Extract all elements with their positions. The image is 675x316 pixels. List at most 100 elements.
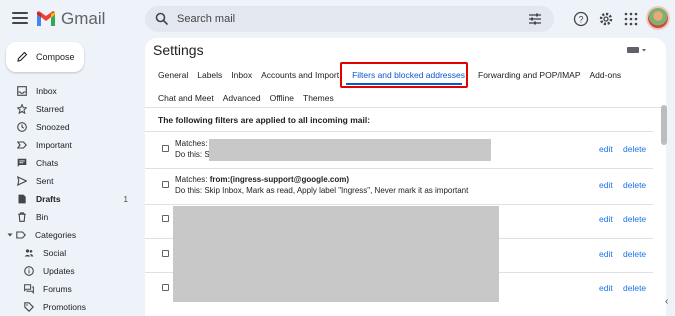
edit-filter-link[interactable]: edit xyxy=(599,144,613,154)
sidebar-item-label: Bin xyxy=(36,212,49,222)
delete-filter-link[interactable]: delete xyxy=(623,144,646,154)
settings-gear-icon[interactable] xyxy=(598,11,614,27)
sidebar-item-label: Forums xyxy=(43,284,72,294)
compose-label: Compose xyxy=(36,52,75,62)
chevron-left-icon[interactable]: ‹ xyxy=(665,296,668,307)
matches-label: Matches: xyxy=(175,139,208,148)
tab-themes[interactable]: Themes xyxy=(303,93,334,103)
sidebar-nav: Inbox Starred Snoozed Important Chats Se… xyxy=(0,82,140,316)
scrollbar-thumb[interactable] xyxy=(661,105,667,145)
matches-label: Matches: xyxy=(175,175,210,184)
sidebar-item-important[interactable]: Important xyxy=(0,136,140,154)
delete-filter-link[interactable]: delete xyxy=(623,180,646,190)
top-bar: Gmail Search mail ? xyxy=(0,0,675,38)
matches-criteria: from:(ingress-support@google.com) xyxy=(209,175,350,184)
help-icon[interactable]: ? xyxy=(573,11,589,27)
do-this-label: Do this: S xyxy=(175,150,210,159)
sidebar-item-label: Updates xyxy=(43,266,75,276)
settings-tabs-row2: Chat and Meet Advanced Offline Themes xyxy=(158,93,343,103)
sidebar-item-starred[interactable]: Starred xyxy=(0,100,140,118)
tab-offline[interactable]: Offline xyxy=(270,93,294,103)
sidebar-item-label: Starred xyxy=(36,104,64,114)
app-name: Gmail xyxy=(61,9,106,28)
compose-button[interactable]: Compose xyxy=(6,42,84,72)
gmail-logo[interactable]: Gmail xyxy=(36,9,105,29)
filter-row: Matches: Do this: S edit delete xyxy=(145,131,653,168)
filter-checkbox[interactable] xyxy=(162,215,169,222)
filter-checkbox[interactable] xyxy=(162,181,169,188)
sidebar-item-updates[interactable]: Updates xyxy=(0,262,140,280)
tab-forwarding-and-pop-imap[interactable]: Forwarding and POP/IMAP xyxy=(478,70,581,80)
draft-icon xyxy=(17,194,27,204)
star-icon xyxy=(17,104,27,114)
filter-actions: Skip Inbox, Mark as read, Apply label "I… xyxy=(204,186,469,195)
edit-filter-link[interactable]: edit xyxy=(599,214,613,224)
sidebar-item-inbox[interactable]: Inbox xyxy=(0,82,140,100)
search-bar[interactable]: Search mail xyxy=(145,6,554,32)
edit-filter-link[interactable]: edit xyxy=(599,283,613,293)
delete-filter-link[interactable]: delete xyxy=(623,249,646,259)
label-important-icon xyxy=(17,140,27,150)
filters-heading: The following filters are applied to all… xyxy=(158,115,371,125)
search-options-icon[interactable] xyxy=(528,12,542,26)
sidebar-item-label: Inbox xyxy=(36,86,57,96)
clock-icon xyxy=(17,122,27,132)
account-avatar[interactable] xyxy=(646,6,670,30)
do-this-label: Do this: xyxy=(175,186,205,195)
sidebar-item-label: Chats xyxy=(36,158,59,168)
filter-checkbox[interactable] xyxy=(162,284,169,291)
sidebar-item-sent[interactable]: Sent xyxy=(0,172,140,190)
sidebar-item-bin[interactable]: Bin xyxy=(0,208,140,226)
search-icon[interactable] xyxy=(155,12,169,26)
filter-checkbox[interactable] xyxy=(162,145,169,152)
info-icon xyxy=(24,266,34,276)
redacted-area xyxy=(173,206,499,302)
main-menu-icon[interactable] xyxy=(12,10,28,26)
delete-filter-link[interactable]: delete xyxy=(623,283,646,293)
search-input[interactable]: Search mail xyxy=(177,13,235,25)
forum-icon xyxy=(24,284,34,294)
tab-inbox[interactable]: Inbox xyxy=(231,70,252,80)
drafts-count: 1 xyxy=(123,194,128,204)
settings-panel: Settings General Labels Inbox Accounts a… xyxy=(145,38,666,316)
chat-icon xyxy=(17,158,27,168)
delete-filter-link[interactable]: delete xyxy=(623,214,646,224)
sidebar-item-promotions[interactable]: Promotions xyxy=(0,298,140,316)
input-tools-keyboard-icon[interactable] xyxy=(627,46,647,54)
sidebar-item-label: Categories xyxy=(35,230,77,240)
sidebar-item-social[interactable]: Social xyxy=(0,244,140,262)
filter-checkbox[interactable] xyxy=(162,250,169,257)
sidebar-item-label: Social xyxy=(43,248,67,258)
filter-row: Matches: from:(ingress-support@google.co… xyxy=(145,168,653,204)
filter-description: Matches: from:(ingress-support@google.co… xyxy=(175,174,468,196)
edit-filter-link[interactable]: edit xyxy=(599,249,613,259)
sidebar-item-label: Promotions xyxy=(43,302,86,312)
apps-grid-icon[interactable] xyxy=(623,11,639,27)
sidebar-item-drafts[interactable]: Drafts 1 xyxy=(0,190,140,208)
sidebar-item-chats[interactable]: Chats xyxy=(0,154,140,172)
sidebar-item-snoozed[interactable]: Snoozed xyxy=(0,118,140,136)
tab-labels[interactable]: Labels xyxy=(197,70,222,80)
chevron-down-icon xyxy=(7,230,13,240)
tab-add-ons[interactable]: Add-ons xyxy=(590,70,622,80)
edit-filter-link[interactable]: edit xyxy=(599,180,613,190)
tabs-divider xyxy=(145,107,666,108)
filter-description: Matches: Do this: S xyxy=(175,138,210,160)
sidebar-item-label: Important xyxy=(36,140,72,150)
label-icon xyxy=(16,230,26,240)
send-icon xyxy=(17,176,27,186)
page-title: Settings xyxy=(153,42,204,58)
tab-advanced[interactable]: Advanced xyxy=(223,93,261,103)
sidebar-item-label: Snoozed xyxy=(36,122,70,132)
svg-text:?: ? xyxy=(578,15,583,25)
people-icon xyxy=(24,248,34,258)
tab-general[interactable]: General xyxy=(158,70,188,80)
inbox-icon xyxy=(17,86,27,96)
sidebar-item-label: Drafts xyxy=(36,194,61,204)
sidebar-item-label: Sent xyxy=(36,176,54,186)
sidebar-item-categories[interactable]: Categories xyxy=(0,226,140,244)
tab-accounts-and-import[interactable]: Accounts and Import xyxy=(261,70,339,80)
tab-chat-and-meet[interactable]: Chat and Meet xyxy=(158,93,214,103)
sidebar-item-forums[interactable]: Forums xyxy=(0,280,140,298)
pencil-icon xyxy=(17,51,28,62)
